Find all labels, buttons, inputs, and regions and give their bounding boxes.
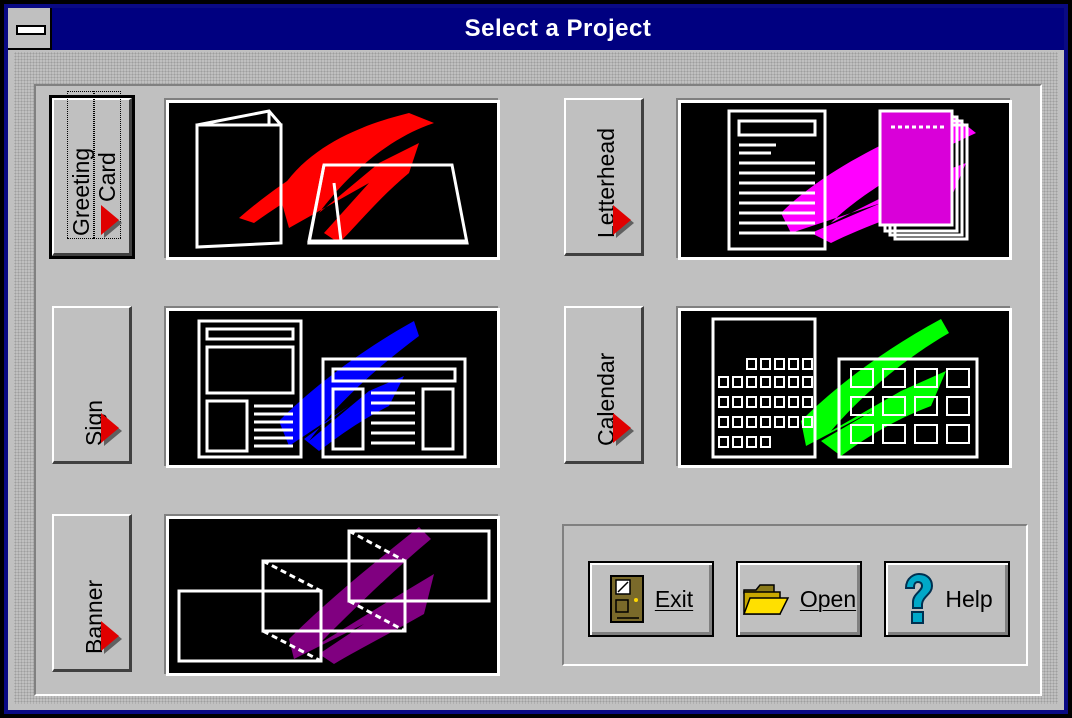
calendar-illustration	[711, 317, 979, 459]
open-button[interactable]: Open	[736, 561, 862, 637]
system-menu-button[interactable]	[8, 8, 52, 50]
sign-button[interactable]: Sign	[52, 306, 132, 464]
window-title: Select a Project	[464, 15, 652, 42]
title-bar[interactable]: Select a Project	[8, 8, 1064, 50]
help-button[interactable]: Help	[884, 561, 1010, 637]
banner-illustration	[177, 527, 491, 664]
red-arrow-icon	[101, 413, 119, 443]
letterhead-button[interactable]: Letterhead	[564, 98, 644, 256]
exit-label: Exit	[654, 585, 694, 612]
letterhead-preview	[678, 100, 1012, 260]
calendar-preview	[678, 308, 1012, 468]
help-label: Help	[945, 585, 993, 612]
greeting-card-label-line1: Greeting	[67, 86, 95, 244]
question-mark-icon	[905, 572, 934, 624]
red-arrow-icon	[613, 413, 631, 443]
door-icon	[609, 575, 644, 623]
calendar-button[interactable]: Calendar	[564, 306, 644, 464]
exit-button[interactable]: Exit	[588, 561, 714, 637]
greeting-card-preview	[166, 100, 500, 260]
letterhead-illustration	[727, 109, 976, 251]
banner-preview	[166, 516, 500, 676]
sign-illustration	[197, 319, 467, 459]
red-arrow-icon	[101, 621, 119, 651]
open-label: Open	[799, 585, 857, 612]
sign-preview	[166, 308, 500, 468]
system-menu-icon	[16, 25, 46, 35]
action-button-group: Exit Open Help	[562, 524, 1028, 666]
red-arrow-icon	[101, 205, 119, 235]
greeting-card-button[interactable]: Greeting Card	[49, 86, 135, 259]
red-arrow-icon	[613, 205, 631, 235]
greeting-card-illustration	[195, 109, 469, 249]
banner-button[interactable]: Banner	[52, 514, 132, 672]
folder-icon	[742, 584, 790, 615]
